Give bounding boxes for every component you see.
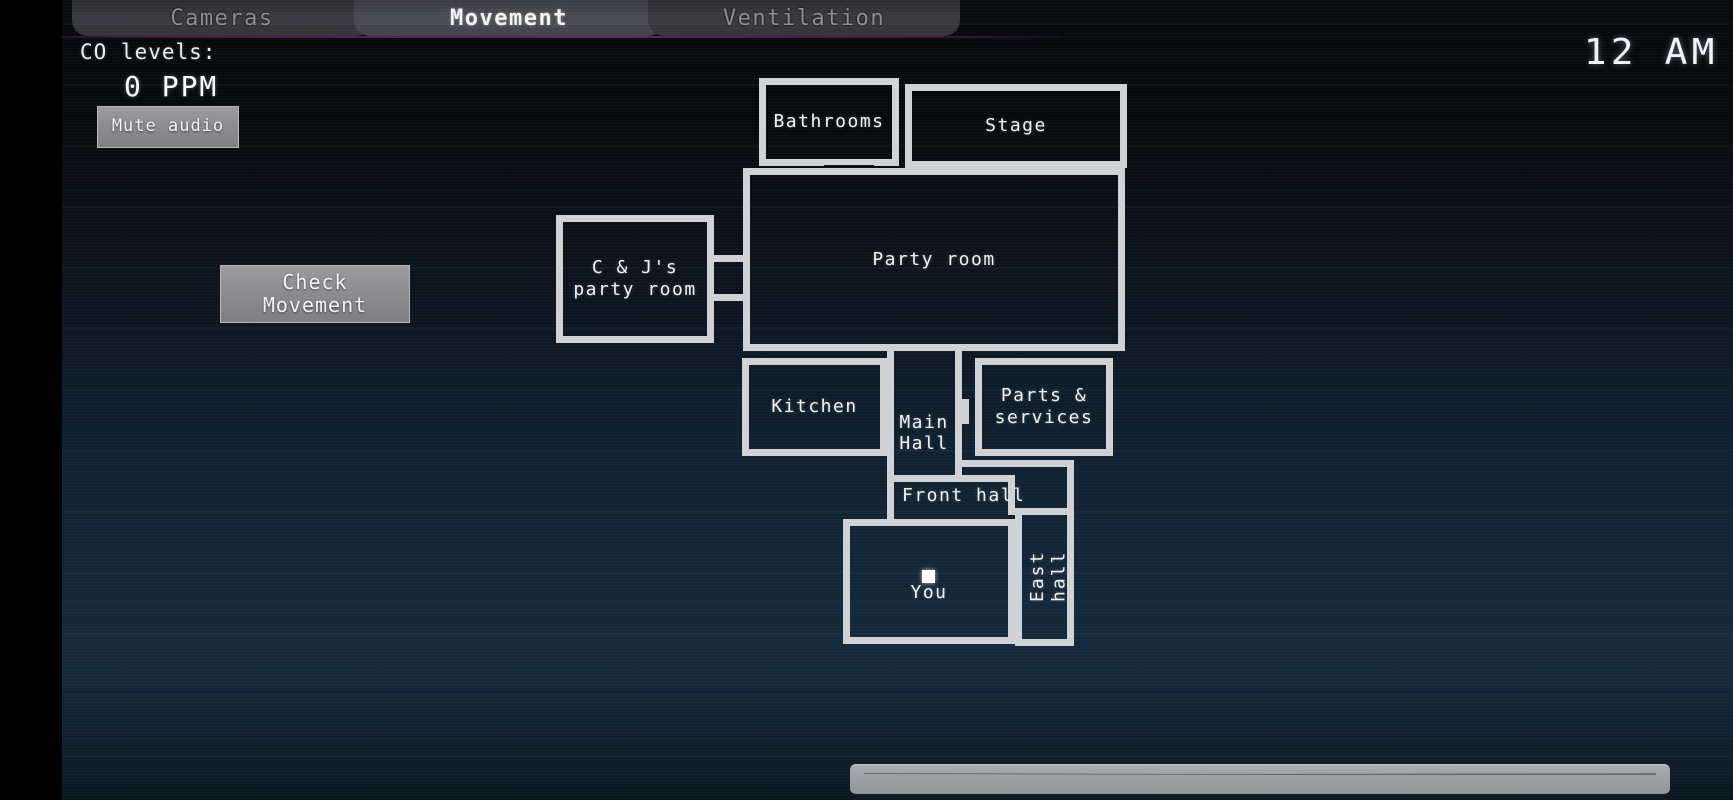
map-room-kitchen-label: Kitchen xyxy=(771,396,858,418)
tab-movement-label: Movement xyxy=(450,5,568,31)
game-screen: Cameras Movement Ventilation CO levels: … xyxy=(0,0,1733,800)
map-room-stage-label: Stage xyxy=(985,115,1047,137)
clock-display: 12 AM xyxy=(1583,32,1719,73)
tab-ventilation-label: Ventilation xyxy=(722,5,886,31)
check-movement-line2: Movement xyxy=(262,293,368,317)
door-cj-party-upper xyxy=(713,255,745,262)
check-movement-label: Check Movement xyxy=(263,271,367,317)
door-main-hall-parts xyxy=(955,399,969,424)
map-room-bathrooms[interactable]: Bathrooms xyxy=(759,78,899,166)
movement-map: Bathrooms Stage Party room C & J's party… xyxy=(62,0,1733,800)
game-viewport: Cameras Movement Ventilation CO levels: … xyxy=(62,0,1733,800)
map-hall-east-hall-label: East hall xyxy=(1027,550,1070,602)
front-hall-wall-top-right xyxy=(962,460,1074,467)
east-hall-wall-left-bottom xyxy=(1015,576,1022,646)
wall-cj-gap-right-mid xyxy=(707,262,714,294)
map-hall-main-hall[interactable]: Main Hall xyxy=(893,390,955,455)
map-hall-front-hall-label: Front hall xyxy=(902,485,1026,506)
map-room-parts-services[interactable]: Parts & services xyxy=(975,358,1113,456)
left-letterbox-bar xyxy=(0,0,62,800)
east-hall-wall-bottom xyxy=(1015,639,1074,646)
map-room-parts-services-label: Parts & services xyxy=(994,385,1094,428)
map-room-party-room-label: Party room xyxy=(872,248,996,270)
tab-cameras[interactable]: Cameras xyxy=(72,0,372,36)
mute-audio-label: Mute audio xyxy=(111,116,225,137)
front-hall-wall-bottom-left xyxy=(887,475,1015,482)
tab-bar: Cameras Movement Ventilation xyxy=(62,0,1733,38)
co-levels-value: 0 PPM xyxy=(124,70,219,103)
map-room-player-label-wrap: You xyxy=(879,582,979,604)
map-room-kitchen[interactable]: Kitchen xyxy=(742,358,887,456)
map-room-player-label: You xyxy=(910,582,948,603)
main-hall-wall-right-top xyxy=(955,351,962,399)
door-player-east-hall xyxy=(1008,549,1022,577)
co-readout-panel: CO levels: 0 PPM xyxy=(80,40,218,103)
tab-cameras-label: Cameras xyxy=(170,5,274,31)
tab-ventilation[interactable]: Ventilation xyxy=(648,0,960,36)
map-hall-front-hall[interactable]: Front hall xyxy=(902,485,1082,507)
main-hall-wall-right-bottom xyxy=(955,424,962,482)
mute-audio-button[interactable]: Mute audio xyxy=(97,106,239,148)
front-hall-wall-left xyxy=(887,475,894,523)
front-hall-wall-bottom-seg xyxy=(1008,508,1074,515)
map-room-stage[interactable]: Stage xyxy=(905,84,1127,168)
tab-movement[interactable]: Movement xyxy=(354,0,664,36)
door-cj-party-lower xyxy=(713,294,745,301)
map-room-cj-party-room-label: C & J's party room xyxy=(573,257,697,300)
map-hall-main-hall-label: Main Hall xyxy=(899,411,949,455)
check-movement-button[interactable]: Check Movement xyxy=(220,265,410,323)
wall-cj-gap-right-bot xyxy=(707,301,714,343)
door-kitchen-main-hall xyxy=(880,399,894,424)
map-room-party-room[interactable]: Party room xyxy=(743,168,1125,351)
wall-cj-gap-right-top xyxy=(707,215,714,255)
bottom-status-bar[interactable] xyxy=(850,764,1670,794)
map-room-bathrooms-label: Bathrooms xyxy=(773,111,885,133)
check-movement-line1: Check xyxy=(282,270,348,294)
map-room-cj-party-room[interactable]: C & J's party room xyxy=(556,215,714,343)
co-levels-label: CO levels: xyxy=(80,40,217,64)
map-hall-east-hall[interactable]: East hall xyxy=(1027,520,1070,632)
east-hall-wall-left-top xyxy=(1015,515,1022,551)
